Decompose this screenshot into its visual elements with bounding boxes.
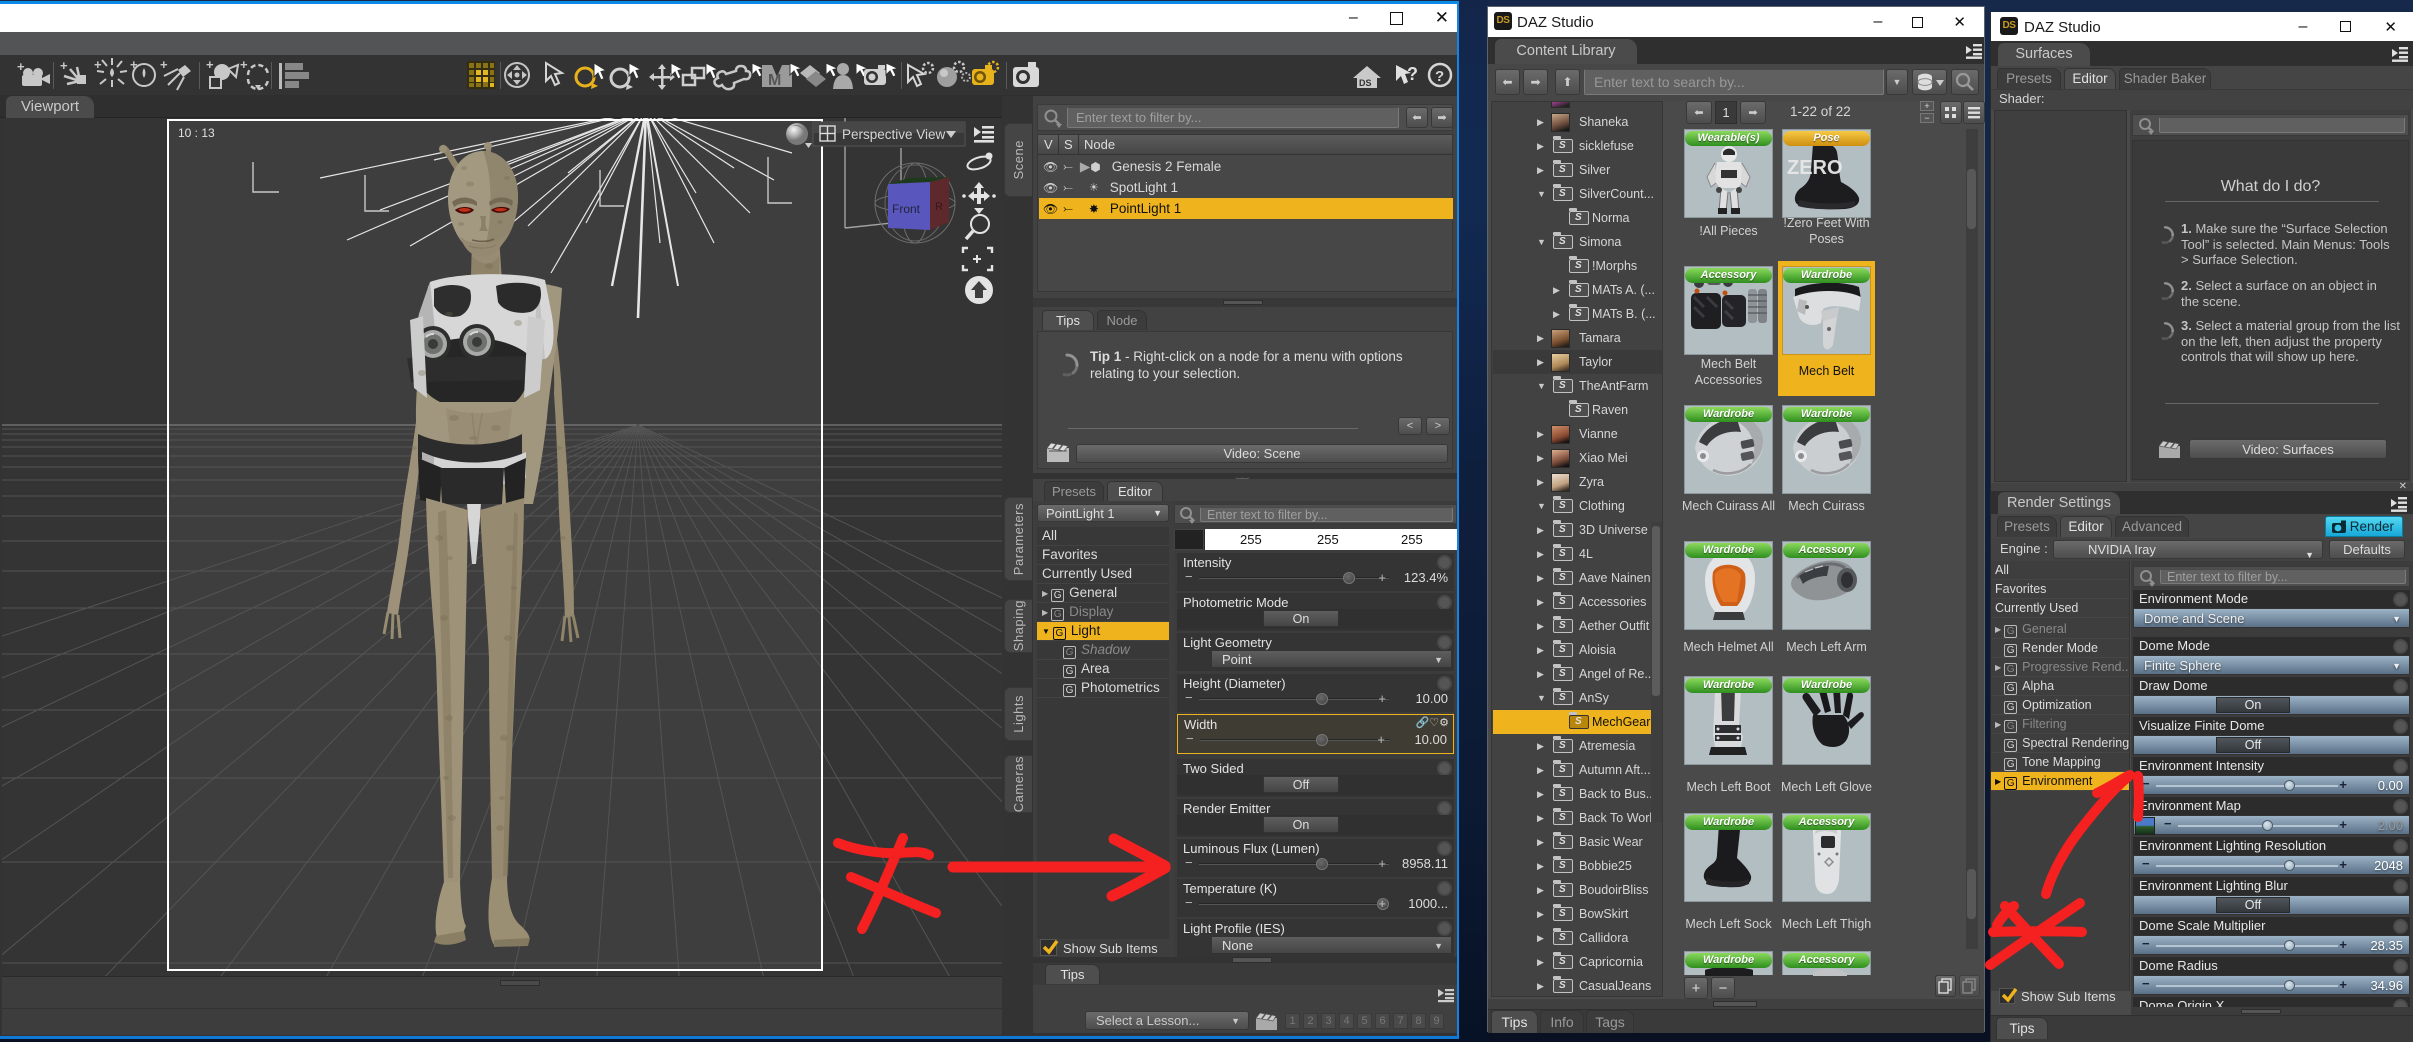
svg-text:10 : 13: 10 : 13 xyxy=(178,126,215,140)
svg-text:+: + xyxy=(60,58,68,73)
svg-text:+: + xyxy=(160,57,168,72)
svg-text:Front: Front xyxy=(892,202,921,216)
svg-text:+: + xyxy=(206,57,214,72)
svg-text:R: R xyxy=(935,201,943,213)
svg-text:+: + xyxy=(94,57,102,72)
svg-text:?: ? xyxy=(1435,68,1444,85)
svg-text:?: ? xyxy=(1407,64,1418,84)
svg-text:M: M xyxy=(768,72,781,89)
svg-text:ZERO: ZERO xyxy=(1787,157,1843,179)
svg-text:DS: DS xyxy=(1359,78,1372,88)
svg-text:+: + xyxy=(240,57,248,72)
svg-text:Perspective View: Perspective View xyxy=(842,127,946,142)
